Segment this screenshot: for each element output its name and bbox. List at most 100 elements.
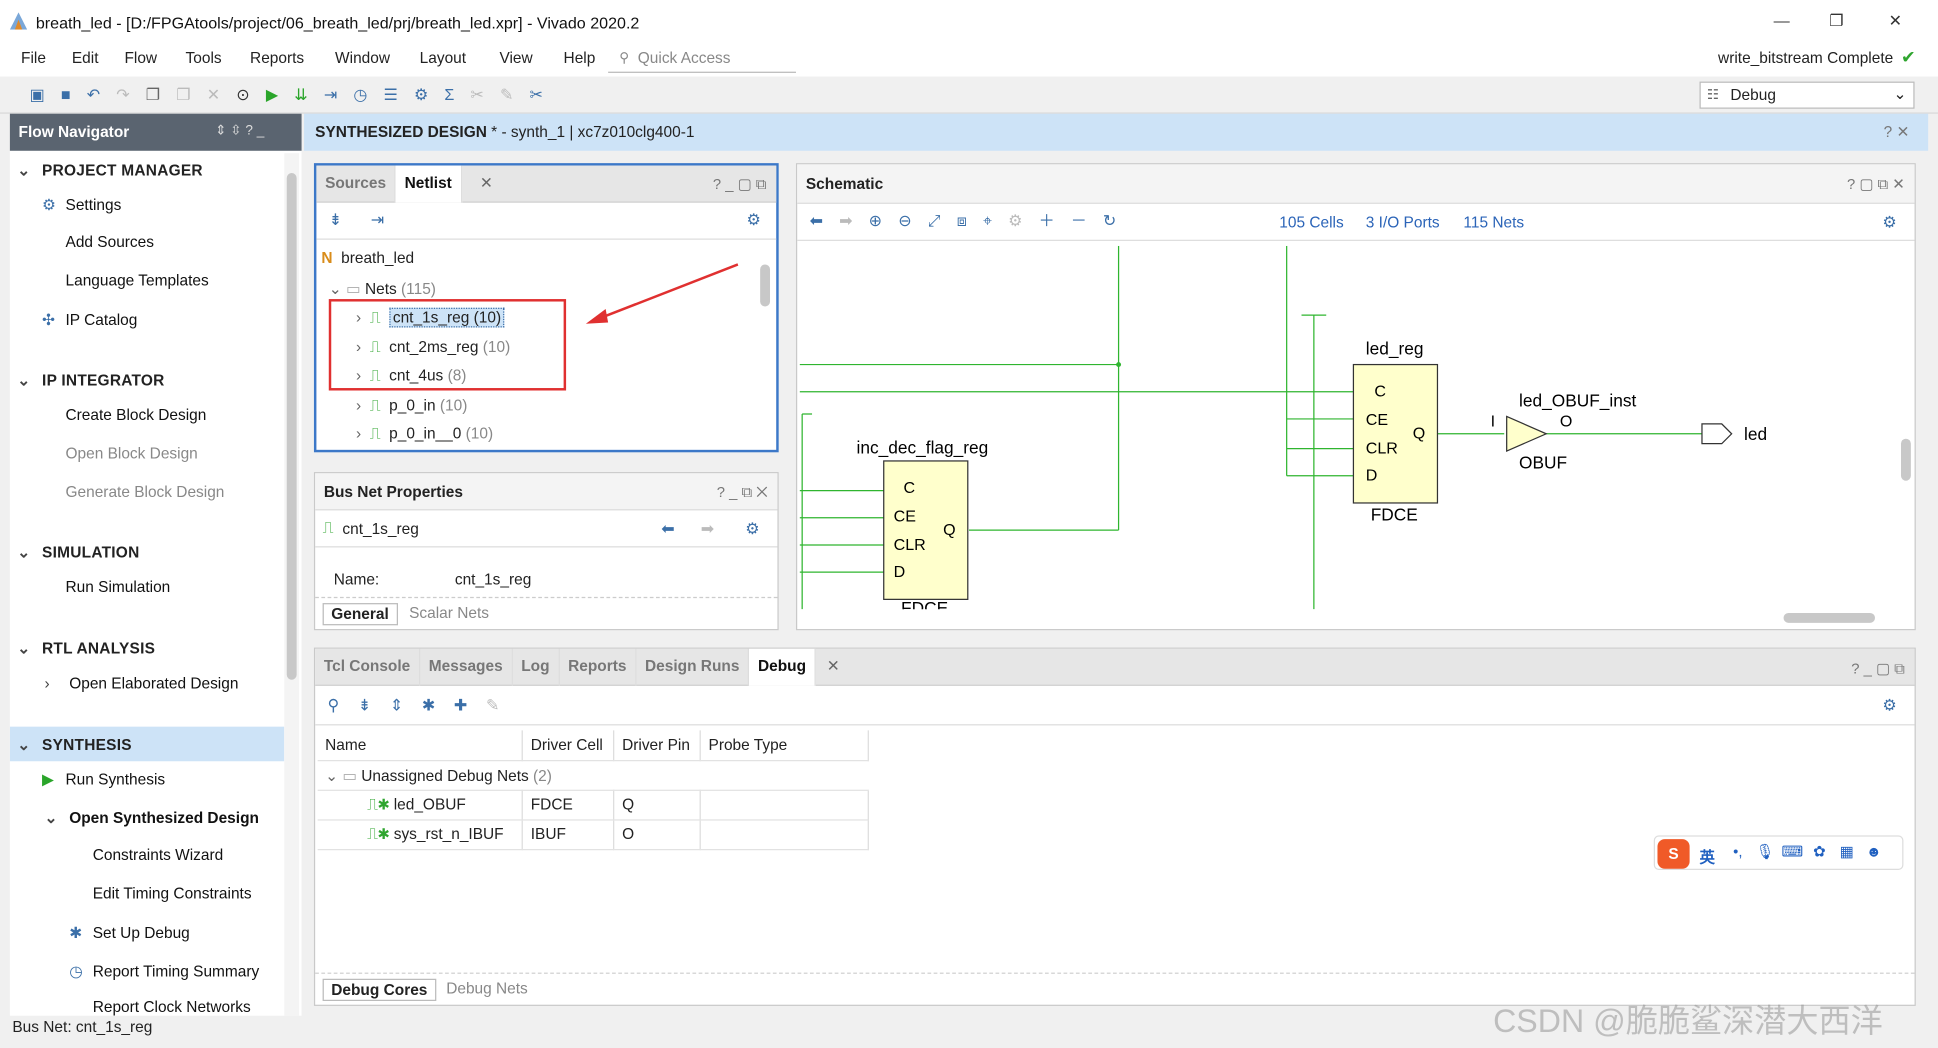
menu-file[interactable]: File — [21, 49, 46, 66]
menu-window[interactable]: Window — [335, 49, 390, 66]
disabled-tool2-icon[interactable]: ✎ — [500, 85, 513, 105]
nav-item-create-block-design[interactable]: Create Block Design — [66, 407, 207, 424]
nav-section-project-manager[interactable]: ⌄ PROJECT MANAGER — [17, 161, 203, 179]
tab-design-runs[interactable]: Design Runs — [636, 648, 750, 686]
column-header[interactable]: Driver Cell — [522, 730, 615, 761]
expand-icon[interactable]: ⇥ — [371, 210, 384, 230]
obuf-cell[interactable]: led_OBUF_inst I O OBUF — [1491, 391, 1637, 473]
disabled-icon[interactable]: ✎ — [486, 696, 499, 716]
close-button[interactable]: ✕ — [1889, 11, 1902, 31]
zoom-area-icon[interactable]: ⧈ — [957, 211, 967, 231]
refresh-icon[interactable]: ↻ — [1103, 211, 1116, 231]
expand-all-icon[interactable]: ⇕ — [390, 696, 403, 716]
forward-icon[interactable]: ➡ — [839, 211, 852, 231]
nav-item-report-clock-networks[interactable]: Report Clock Networks — [93, 999, 251, 1016]
nav-item-language-templates[interactable]: Language Templates — [66, 272, 209, 289]
mascot-icon[interactable]: ☻ — [1860, 843, 1887, 860]
nav-scrollbar[interactable] — [284, 153, 300, 1016]
zoom-in-icon[interactable]: ⊕ — [869, 211, 882, 231]
nav-item-ip-catalog[interactable]: ✣ IP Catalog — [42, 310, 137, 328]
run-icon[interactable]: ▶ — [266, 85, 278, 105]
menu-view[interactable]: View — [499, 49, 532, 66]
delete-icon[interactable]: ✕ — [207, 85, 220, 105]
maximize-button[interactable]: ❐ — [1829, 11, 1843, 31]
back-icon[interactable]: ⬅ — [810, 211, 823, 231]
nets-count-link[interactable]: 115 Nets — [1463, 214, 1524, 231]
copy-icon[interactable]: ❐ — [146, 85, 160, 105]
tab-scalar-nets[interactable]: Scalar Nets — [409, 604, 489, 621]
collapse-all-icon[interactable]: ⇟ — [329, 210, 342, 230]
tab-sources[interactable]: Sources — [316, 165, 396, 203]
minimize-button[interactable]: — — [1774, 11, 1790, 30]
menu-reports[interactable]: Reports — [250, 49, 304, 66]
nav-item-edit-timing-constraints[interactable]: Edit Timing Constraints — [93, 885, 252, 902]
tab-messages[interactable]: Messages — [420, 648, 513, 686]
nav-item-report-timing-summary[interactable]: ◷ Report Timing Summary — [69, 961, 259, 980]
nav-item-open-block-design[interactable]: Open Block Design — [66, 445, 198, 462]
net-item[interactable]: › ⎍ p_0_in (10) — [356, 396, 467, 415]
menu-layout[interactable]: Layout — [420, 49, 466, 66]
nav-section-ip-integrator[interactable]: ⌄ IP INTEGRATOR — [17, 371, 164, 389]
inc-dec-flag-reg-cell[interactable]: inc_dec_flag_reg C CE CLR D Q FDCE — [857, 438, 989, 610]
bug-icon[interactable]: ✱ — [422, 696, 435, 716]
netlist-scrollbar[interactable] — [756, 245, 773, 450]
target-icon[interactable]: ⌖ — [983, 211, 992, 231]
close-tab-icon[interactable]: ✕ — [816, 656, 851, 674]
column-header[interactable]: Probe Type — [700, 730, 869, 761]
column-header[interactable]: Driver Pin — [614, 730, 702, 761]
save-icon[interactable]: ■ — [61, 85, 71, 105]
table-row[interactable]: ⎍✱ led_OBUF FDCE Q — [317, 789, 869, 820]
nav-item-open-elaborated-design[interactable]: › Open Elaborated Design — [44, 675, 238, 692]
zoom-fit-icon[interactable]: ⤢ — [928, 211, 941, 231]
program-icon[interactable]: ⇊ — [294, 85, 307, 105]
step-icon[interactable]: ⇥ — [324, 85, 337, 105]
nav-item-run-simulation[interactable]: Run Simulation — [66, 578, 171, 595]
tab-debug-cores[interactable]: Debug Cores — [322, 978, 437, 1001]
nav-item-generate-block-design[interactable]: Generate Block Design — [66, 483, 225, 500]
sigma-icon[interactable]: Σ — [444, 85, 454, 105]
schematic-canvas[interactable]: led_reg C CE CLR D Q FDCE inc_dec_flag_r… — [799, 245, 1898, 610]
punctuation-icon[interactable]: •, — [1724, 843, 1751, 860]
layout-select[interactable]: ☷ Debug ⌄ — [1699, 81, 1915, 109]
nav-item-open-synthesized-design[interactable]: ⌄ Open Synthesized Design — [44, 808, 258, 826]
gear-icon[interactable]: ⚙ — [1882, 696, 1896, 716]
undo-icon[interactable]: ↶ — [87, 85, 100, 105]
menu-flow[interactable]: Flow — [124, 49, 157, 66]
menu-edit[interactable]: Edit — [72, 49, 99, 66]
keyboard-icon[interactable]: ⌨ — [1779, 843, 1806, 860]
close-tab-icon[interactable]: ✕ — [462, 173, 511, 191]
netlist-root[interactable]: N breath_led — [321, 250, 414, 267]
ime-toolbar[interactable]: S 英 •, 🎙 ⌨ ✿ ▦ ☻ — [1653, 835, 1904, 871]
microphone-icon[interactable]: 🎙 — [1751, 843, 1778, 860]
cells-count-link[interactable]: 105 Cells — [1279, 214, 1343, 231]
panel-controls[interactable]: ? _ ▢ ⧉ — [1851, 660, 1904, 679]
report-icon[interactable]: ☰ — [383, 85, 397, 105]
tools-icon[interactable]: ✂ — [530, 85, 543, 105]
nav-item-set-up-debug[interactable]: ✱ Set Up Debug — [69, 923, 190, 941]
disabled-icon[interactable]: ⚙ — [1008, 211, 1022, 231]
gear-icon[interactable]: ⚙ — [747, 210, 761, 230]
schematic-vscroll[interactable] — [1897, 246, 1914, 609]
tab-tcl-console[interactable]: Tcl Console — [315, 648, 421, 686]
skin-icon[interactable]: ✿ — [1806, 843, 1833, 860]
tab-general[interactable]: General — [322, 603, 398, 626]
nav-item-add-sources[interactable]: Add Sources — [66, 234, 154, 251]
back-icon[interactable]: ⬅ — [661, 519, 674, 539]
disabled-tool-icon[interactable]: ✂ — [470, 85, 483, 105]
panel-controls[interactable]: ? ▢ ⧉ ✕ — [1847, 175, 1905, 194]
forward-icon[interactable]: ➡ — [701, 519, 714, 539]
tab-debug[interactable]: Debug — [749, 648, 816, 686]
led-output-port[interactable]: led — [1701, 423, 1767, 445]
net-item[interactable]: › ⎍ p_0_in__0 (10) — [356, 425, 493, 444]
plus-icon[interactable]: ＋ — [1039, 211, 1055, 231]
tab-netlist[interactable]: Netlist — [395, 165, 462, 203]
nets-folder[interactable]: ⌄ ▭ Nets (115) — [329, 279, 436, 298]
nav-section-synthesis[interactable]: ⌄ SYNTHESIS — [17, 735, 132, 754]
timer-icon[interactable]: ◷ — [353, 85, 367, 105]
zoom-out-icon[interactable]: ⊖ — [898, 211, 911, 231]
ports-count-link[interactable]: 3 I/O Ports — [1366, 214, 1440, 231]
find-icon[interactable]: ⊙ — [236, 85, 249, 105]
apps-icon[interactable]: ▦ — [1833, 843, 1860, 860]
search-icon[interactable]: ⚲ — [328, 696, 340, 716]
nav-controls-icon[interactable]: ⇕ ⇳ ? _ — [215, 122, 264, 139]
